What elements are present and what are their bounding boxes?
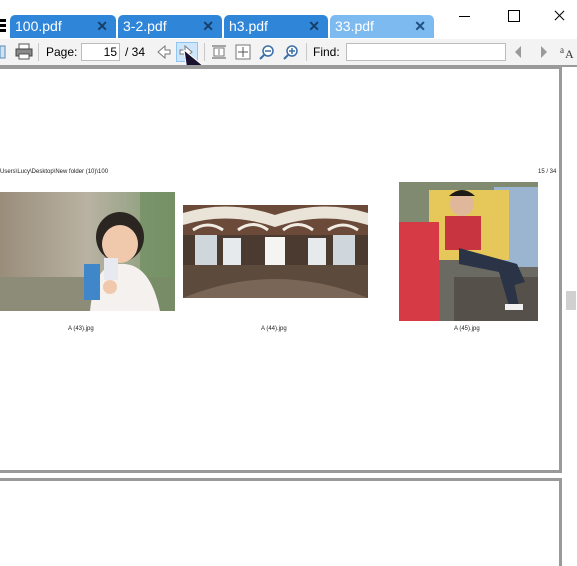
document-viewer[interactable]: Users\Lucy\Desktop\New folder (10)\100 1… [0, 65, 577, 566]
image-caption: A (43).jpg [68, 326, 94, 332]
scrollbar-thumb[interactable] [566, 291, 576, 310]
svg-text:A: A [565, 47, 574, 61]
image-caption: A (45).jpg [454, 326, 480, 332]
tab-33-pdf[interactable]: 33.pdf ✕ [330, 15, 434, 38]
minimize-button[interactable] [454, 6, 474, 26]
photo-a44 [183, 205, 368, 298]
vertical-scrollbar[interactable] [565, 67, 577, 566]
tab-label: 100.pdf [15, 18, 62, 34]
close-icon[interactable]: ✕ [308, 15, 320, 38]
separator [38, 43, 39, 61]
file-path-text: Users\Lucy\Desktop\New folder (10)\100 [0, 169, 109, 175]
separator [204, 43, 205, 61]
maximize-button[interactable] [503, 6, 523, 26]
page-label: Page: [46, 45, 78, 59]
close-icon[interactable]: ✕ [202, 15, 214, 38]
tab-label: 3-2.pdf [123, 18, 167, 34]
close-window-button[interactable] [549, 6, 569, 26]
toolbar: Page: 15 / 34 Find: aA [0, 39, 577, 80]
image-caption: A (44).jpg [261, 326, 287, 332]
pdf-page: Users\Lucy\Desktop\New folder (10)\100 1… [0, 66, 562, 473]
menu-icon[interactable] [0, 19, 6, 33]
tab-h3-pdf[interactable]: h3.pdf ✕ [224, 15, 328, 38]
tab-3-2-pdf[interactable]: 3-2.pdf ✕ [118, 15, 222, 38]
tab-label: h3.pdf [229, 18, 268, 34]
page-number-input[interactable]: 15 [81, 43, 120, 61]
tab-label: 33.pdf [335, 18, 374, 34]
page-indicator-text: 15 / 34 [538, 169, 557, 175]
close-icon[interactable]: ✕ [96, 15, 108, 38]
find-input[interactable] [346, 43, 506, 61]
svg-text:a: a [560, 45, 564, 55]
find-label: Find: [313, 45, 340, 59]
separator [306, 43, 307, 61]
photo-a45 [399, 182, 538, 321]
page-total: / 34 [125, 45, 146, 59]
tab-100-pdf[interactable]: 100.pdf ✕ [10, 15, 116, 38]
title-bar: 100.pdf ✕ 3-2.pdf ✕ h3.pdf ✕ 33.pdf ✕ [0, 0, 577, 39]
close-icon[interactable]: ✕ [414, 15, 426, 38]
pdf-page-next [0, 478, 562, 566]
photo-a43 [0, 192, 175, 311]
